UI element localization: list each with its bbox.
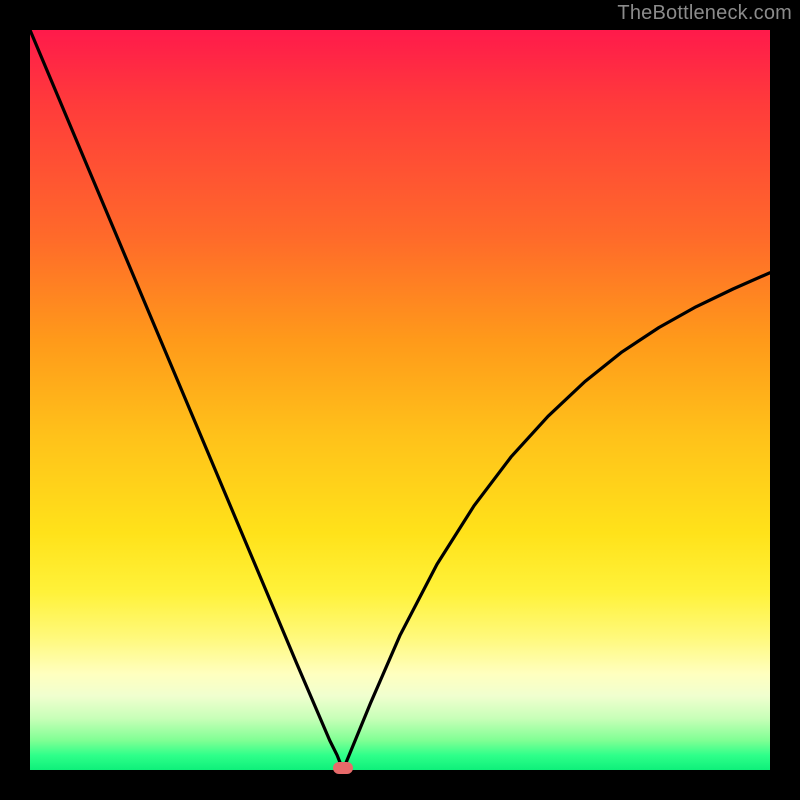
chart-frame: TheBottleneck.com — [0, 0, 800, 800]
bottleneck-curve — [30, 30, 770, 770]
plot-area — [30, 30, 770, 770]
minimum-marker — [333, 762, 353, 774]
watermark-text: TheBottleneck.com — [617, 2, 792, 25]
